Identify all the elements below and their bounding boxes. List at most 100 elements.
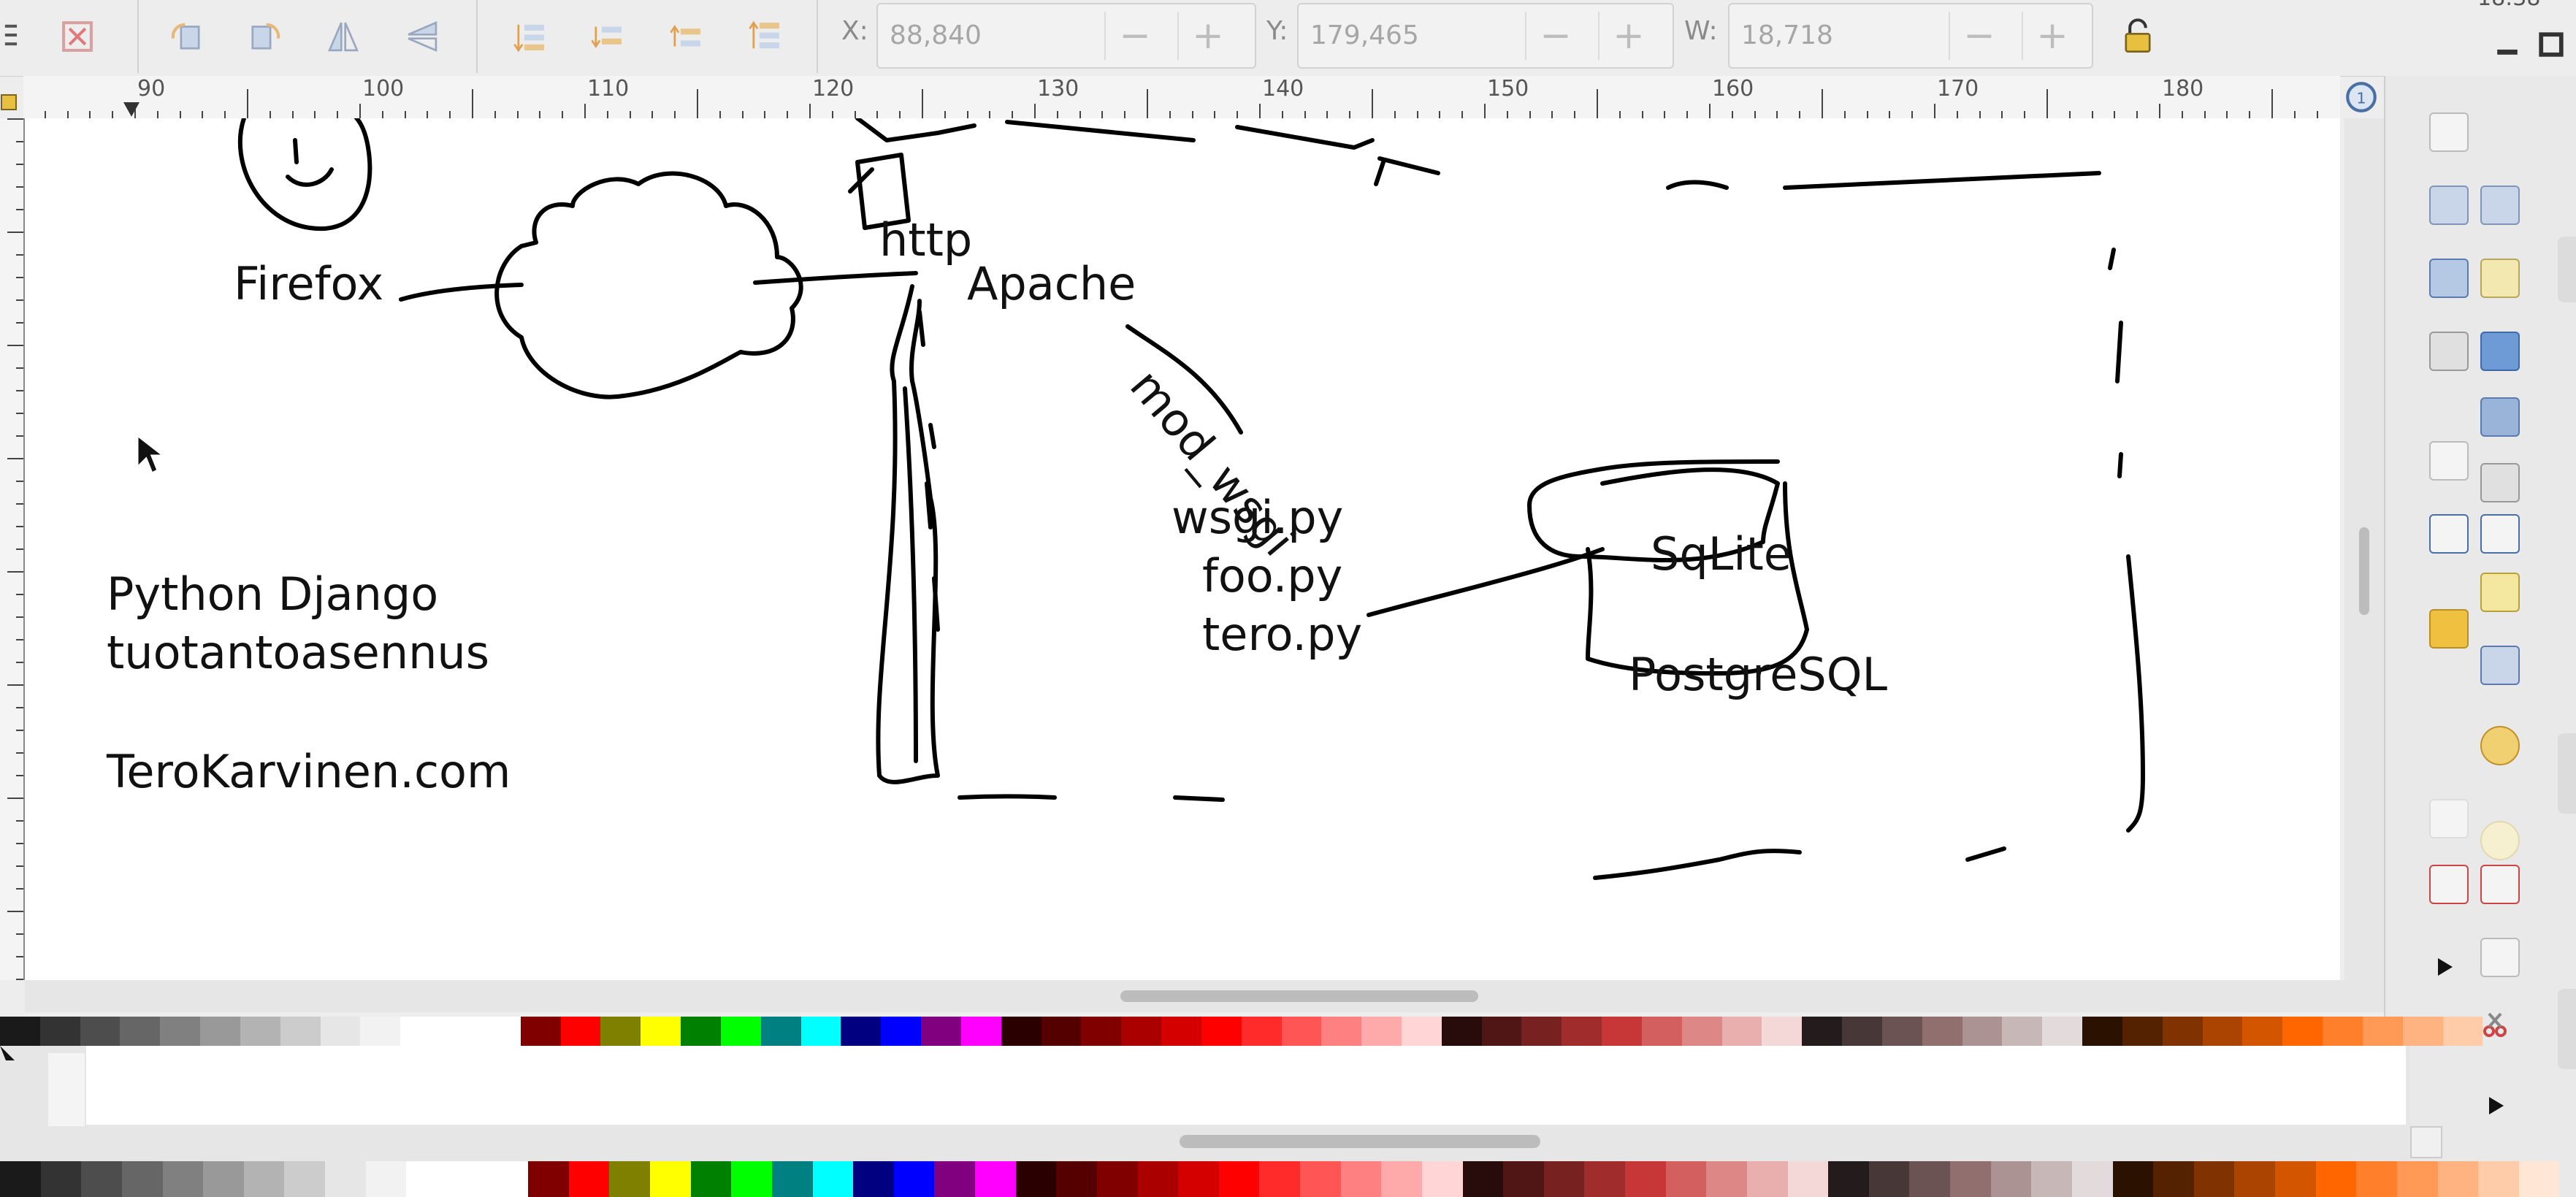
- color-swatch[interactable]: [690, 1161, 732, 1197]
- color-swatch[interactable]: [841, 1017, 882, 1046]
- color-swatch[interactable]: [2362, 1017, 2403, 1046]
- label-site[interactable]: TeroKarvinen.com: [107, 745, 511, 798]
- color-swatch[interactable]: [40, 1161, 82, 1197]
- color-swatch[interactable]: [2315, 1161, 2357, 1197]
- color-swatch[interactable]: [1321, 1017, 1362, 1046]
- zoom-page-icon[interactable]: [2480, 514, 2520, 554]
- color-swatch[interactable]: [1521, 1017, 1562, 1046]
- color-swatch[interactable]: [771, 1161, 813, 1197]
- color-swatch[interactable]: [1259, 1161, 1300, 1197]
- color-swatch[interactable]: [893, 1161, 935, 1197]
- color-swatch[interactable]: [121, 1161, 163, 1197]
- color-swatch[interactable]: [2396, 1161, 2438, 1197]
- label-wsgi-py[interactable]: wsgi.py: [1172, 491, 1343, 544]
- color-swatch[interactable]: [1665, 1161, 1707, 1197]
- color-swatch[interactable]: [2202, 1017, 2243, 1046]
- color-swatch[interactable]: [1641, 1017, 1682, 1046]
- color-swatch[interactable]: [1441, 1017, 1482, 1046]
- zoom-fit-icon[interactable]: [2429, 514, 2469, 554]
- color-swatch[interactable]: [1081, 1017, 1122, 1046]
- color-swatch[interactable]: [1178, 1161, 1219, 1197]
- color-swatch[interactable]: [81, 1161, 122, 1197]
- zoom-correction-icon[interactable]: 1: [2343, 79, 2380, 115]
- raise-to-top-icon[interactable]: [739, 10, 792, 63]
- color-swatch[interactable]: [2153, 1161, 2194, 1197]
- color-swatch[interactable]: [0, 1161, 41, 1197]
- w-increment-button[interactable]: +: [2022, 12, 2082, 60]
- paste-icon[interactable]: [2480, 938, 2520, 977]
- raise-icon[interactable]: [660, 10, 713, 63]
- color-swatch[interactable]: [934, 1161, 975, 1197]
- label-apache[interactable]: Apache: [967, 257, 1136, 310]
- x-increment-button[interactable]: +: [1177, 12, 1237, 60]
- color-swatch[interactable]: [1950, 1161, 1991, 1197]
- color-swatch[interactable]: [2282, 1017, 2323, 1046]
- color-swatch[interactable]: [681, 1017, 721, 1046]
- label-http[interactable]: http: [879, 213, 972, 267]
- y-decrement-button[interactable]: −: [1525, 12, 1585, 60]
- color-swatch[interactable]: [1787, 1161, 1829, 1197]
- color-swatch[interactable]: [2442, 1017, 2483, 1046]
- drawing-canvas[interactable]: Firefox http Apache mod_wsgi wsgi.py foo…: [25, 118, 2340, 980]
- fill-stroke-icon[interactable]: [2480, 573, 2520, 612]
- color-swatch[interactable]: [284, 1161, 325, 1197]
- color-swatch[interactable]: [2478, 1161, 2519, 1197]
- color-swatch[interactable]: [1481, 1017, 1522, 1046]
- color-swatch[interactable]: [2242, 1017, 2283, 1046]
- y-spinbox[interactable]: 179,465 − +: [1297, 3, 1674, 69]
- color-swatch[interactable]: [1421, 1161, 1463, 1197]
- redo-icon[interactable]: [2480, 821, 2520, 860]
- color-swatch[interactable]: [280, 1017, 321, 1046]
- label-postgresql[interactable]: PostgreSQL: [1629, 648, 1887, 701]
- color-swatch[interactable]: [1625, 1161, 1666, 1197]
- color-swatch[interactable]: [1201, 1017, 1242, 1046]
- y-increment-button[interactable]: +: [1598, 12, 1658, 60]
- horizontal-ruler[interactable]: 90 100 110 120 130 140 150 160 170 180: [23, 76, 2340, 120]
- color-swatch[interactable]: [1562, 1017, 1602, 1046]
- color-swatch[interactable]: [2193, 1161, 2235, 1197]
- w-decrement-button[interactable]: −: [1949, 12, 2009, 60]
- color-swatch[interactable]: [641, 1017, 681, 1046]
- dock-tab[interactable]: [2558, 989, 2576, 1069]
- open-recent-icon[interactable]: [2480, 186, 2520, 225]
- color-swatch[interactable]: [1401, 1017, 1442, 1046]
- color-swatch[interactable]: [1868, 1161, 1910, 1197]
- x-input[interactable]: 88,840: [890, 20, 982, 50]
- color-swatch[interactable]: [325, 1161, 366, 1197]
- color-swatch[interactable]: [2356, 1161, 2397, 1197]
- color-swatch[interactable]: [1602, 1017, 1642, 1046]
- expand-arrow-icon[interactable]: [2480, 1091, 2510, 1120]
- maximize-icon[interactable]: [2534, 28, 2568, 61]
- color-swatch[interactable]: [365, 1161, 407, 1197]
- y-input[interactable]: 179,465: [1310, 20, 1419, 50]
- color-swatch[interactable]: [200, 1017, 240, 1046]
- color-swatch[interactable]: [1746, 1161, 1788, 1197]
- dock-tab[interactable]: [2558, 733, 2576, 814]
- import-icon[interactable]: [2480, 332, 2520, 371]
- color-swatch[interactable]: [440, 1017, 481, 1046]
- duplicate-icon[interactable]: [2429, 799, 2469, 838]
- more-commands-icon[interactable]: [2429, 952, 2458, 982]
- color-swatch[interactable]: [881, 1017, 922, 1046]
- lower-to-bottom-icon[interactable]: [504, 10, 557, 63]
- cut-icon[interactable]: [2429, 865, 2469, 904]
- color-swatch[interactable]: [1096, 1161, 1138, 1197]
- color-swatch[interactable]: [1802, 1017, 1843, 1046]
- color-swatch[interactable]: [1381, 1161, 1422, 1197]
- color-swatch[interactable]: [1041, 1017, 1082, 1046]
- color-swatch[interactable]: [1706, 1161, 1747, 1197]
- color-swatch[interactable]: [2162, 1017, 2203, 1046]
- color-swatch[interactable]: [960, 1017, 1001, 1046]
- color-swatch[interactable]: [1881, 1017, 1922, 1046]
- x-spinbox[interactable]: 88,840 − +: [876, 3, 1256, 69]
- sketch-drawing[interactable]: [25, 118, 2340, 980]
- color-swatch[interactable]: [609, 1161, 650, 1197]
- label-firefox[interactable]: Firefox: [234, 257, 383, 310]
- copy-icon[interactable]: [2480, 865, 2520, 904]
- color-swatch[interactable]: [1543, 1161, 1585, 1197]
- color-swatch[interactable]: [160, 1017, 201, 1046]
- color-swatch[interactable]: [1962, 1017, 2003, 1046]
- deselect-icon[interactable]: [51, 10, 104, 63]
- undo-history-icon[interactable]: [2429, 441, 2469, 481]
- color-swatch[interactable]: [1056, 1161, 1097, 1197]
